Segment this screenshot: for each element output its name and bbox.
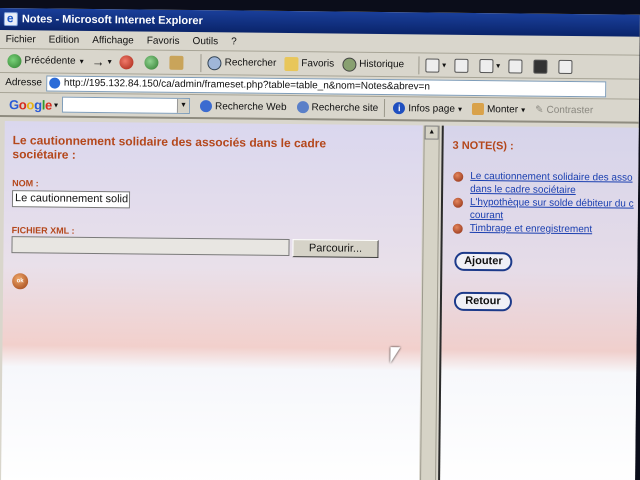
search-label: Rechercher	[224, 57, 277, 69]
edit-icon	[479, 58, 494, 73]
page-content: Le cautionnement solidaire des associés …	[0, 119, 639, 480]
scroll-up-arrow-icon[interactable]: ▲	[424, 125, 439, 140]
bullet-icon	[453, 171, 464, 182]
google-search-input[interactable]: ▼	[61, 96, 191, 114]
up-dropdown-icon: ▾	[521, 104, 526, 115]
menu-edit[interactable]: Edition	[49, 34, 80, 45]
note-link[interactable]: L'hypothèque sur solde débiteur du c	[470, 197, 634, 210]
add-button[interactable]: Ajouter	[454, 251, 513, 272]
mail-dropdown-icon: ▾	[442, 60, 447, 70]
list-item: L'hypothèque sur solde débiteur du c cou…	[452, 196, 634, 224]
mail-button[interactable]: ▾	[425, 57, 447, 73]
window-title: Notes - Microsoft Internet Explorer	[21, 13, 203, 28]
page-icon	[48, 77, 60, 89]
back-label: Précédente	[24, 55, 76, 67]
address-label: Adresse	[5, 77, 42, 89]
toolbar-separator	[200, 53, 202, 72]
misc-button[interactable]	[558, 59, 575, 74]
forward-dropdown-icon[interactable]: ▾	[108, 57, 112, 66]
mouse-cursor	[390, 347, 401, 364]
back-dropdown-icon[interactable]: ▾	[80, 57, 84, 66]
discuss-icon	[508, 58, 523, 73]
history-label: Historique	[359, 58, 405, 71]
home-icon	[169, 55, 184, 70]
notes-frame: 3 NOTE(S) : Le cautionnement solidaire d…	[438, 125, 639, 480]
menu-view[interactable]: Affichage	[92, 34, 134, 45]
nom-input[interactable]: Le cautionnement solid	[11, 190, 131, 209]
refresh-button[interactable]	[144, 55, 162, 70]
misc-icon	[558, 59, 573, 74]
messenger-button[interactable]	[533, 59, 550, 74]
up-label: Monter	[486, 103, 519, 115]
highlight-button[interactable]: ✎ Contraster	[535, 104, 593, 116]
up-button[interactable]: Monter ▾	[471, 102, 526, 116]
bullet-icon	[452, 223, 463, 234]
favorites-label: Favoris	[301, 58, 335, 70]
note-link[interactable]: courant	[470, 210, 503, 221]
search-site-label: Recherche site	[311, 101, 379, 114]
address-url: http://195.132.84.150/ca/admin/frameset.…	[63, 77, 431, 93]
history-button[interactable]: Historique	[342, 57, 404, 72]
back-arrow-icon	[7, 53, 22, 68]
folder-up-icon	[471, 102, 485, 116]
toolbar-separator	[418, 55, 420, 74]
discuss-button[interactable]	[508, 58, 525, 73]
refresh-icon	[144, 55, 159, 70]
google-search-dropdown-icon[interactable]: ▼	[176, 98, 190, 113]
ie-icon	[3, 12, 18, 27]
menu-favorites[interactable]: Favoris	[147, 35, 180, 46]
note-heading: Le cautionnement solidaire des associés …	[12, 133, 327, 162]
note-link[interactable]: dans le cadre sociétaire	[470, 184, 576, 196]
edit-frame: Le cautionnement solidaire des associés …	[1, 121, 423, 480]
browse-button[interactable]: Parcourir...	[292, 239, 379, 258]
page-info-label: Infos page	[408, 102, 456, 115]
note-link[interactable]: Le cautionnement solidaire des asso	[470, 171, 632, 184]
note-link[interactable]: Timbrage et enregistrement	[470, 223, 593, 235]
toolbar-separator	[384, 99, 386, 118]
edit-button[interactable]: ▾	[479, 58, 501, 73]
stop-button[interactable]	[119, 54, 137, 69]
search-icon	[207, 55, 222, 70]
nom-label: NOM :	[12, 178, 39, 189]
stop-icon	[119, 54, 134, 69]
bullet-icon	[452, 197, 464, 208]
back-button[interactable]: Précédente ▾	[7, 53, 84, 69]
search-web-label: Recherche Web	[214, 100, 287, 113]
page-info-button[interactable]: i Infos page ▾	[393, 102, 462, 115]
search-web-icon	[199, 100, 213, 113]
xml-file-label: FICHIER XML :	[11, 225, 75, 236]
search-web-button[interactable]: Recherche Web	[199, 100, 287, 113]
search-button[interactable]: Rechercher	[207, 55, 277, 71]
search-site-icon	[296, 101, 309, 114]
history-icon	[342, 57, 357, 72]
page-info-dropdown-icon: ▾	[457, 104, 463, 114]
google-menu-dropdown-icon[interactable]: ▾	[54, 100, 58, 109]
back-button[interactable]: Retour	[453, 291, 513, 312]
pen-icon: ✎	[535, 104, 544, 116]
highlight-label: Contraster	[546, 104, 594, 116]
google-logo[interactable]: Google	[9, 97, 52, 112]
edit-dropdown-icon: ▾	[496, 61, 501, 71]
ok-button[interactable]: ok	[12, 273, 29, 290]
forward-button[interactable]: → ▾	[92, 54, 112, 69]
notes-count-title: 3 NOTE(S) :	[452, 139, 514, 153]
menu-tools[interactable]: Outils	[193, 36, 219, 47]
menu-file[interactable]: Fichier	[6, 34, 36, 45]
home-button[interactable]	[169, 55, 187, 70]
favorites-button[interactable]: Favoris	[284, 56, 334, 71]
menu-help[interactable]: ?	[231, 36, 237, 47]
messenger-icon	[533, 59, 548, 74]
vertical-scrollbar[interactable]: ▲	[420, 125, 440, 480]
list-item: Le cautionnement solidaire des asso dans…	[453, 170, 633, 198]
print-button[interactable]	[454, 58, 471, 73]
xml-file-input[interactable]	[11, 236, 290, 257]
browser-window: Notes - Microsoft Internet Explorer Fich…	[0, 8, 640, 480]
mail-icon	[425, 57, 440, 73]
print-icon	[454, 58, 469, 73]
list-item: Timbrage et enregistrement	[452, 222, 593, 236]
favorites-folder-icon	[284, 56, 299, 71]
info-icon: i	[393, 102, 406, 115]
forward-arrow-icon: →	[91, 53, 105, 70]
search-site-button[interactable]: Recherche site	[296, 101, 378, 114]
